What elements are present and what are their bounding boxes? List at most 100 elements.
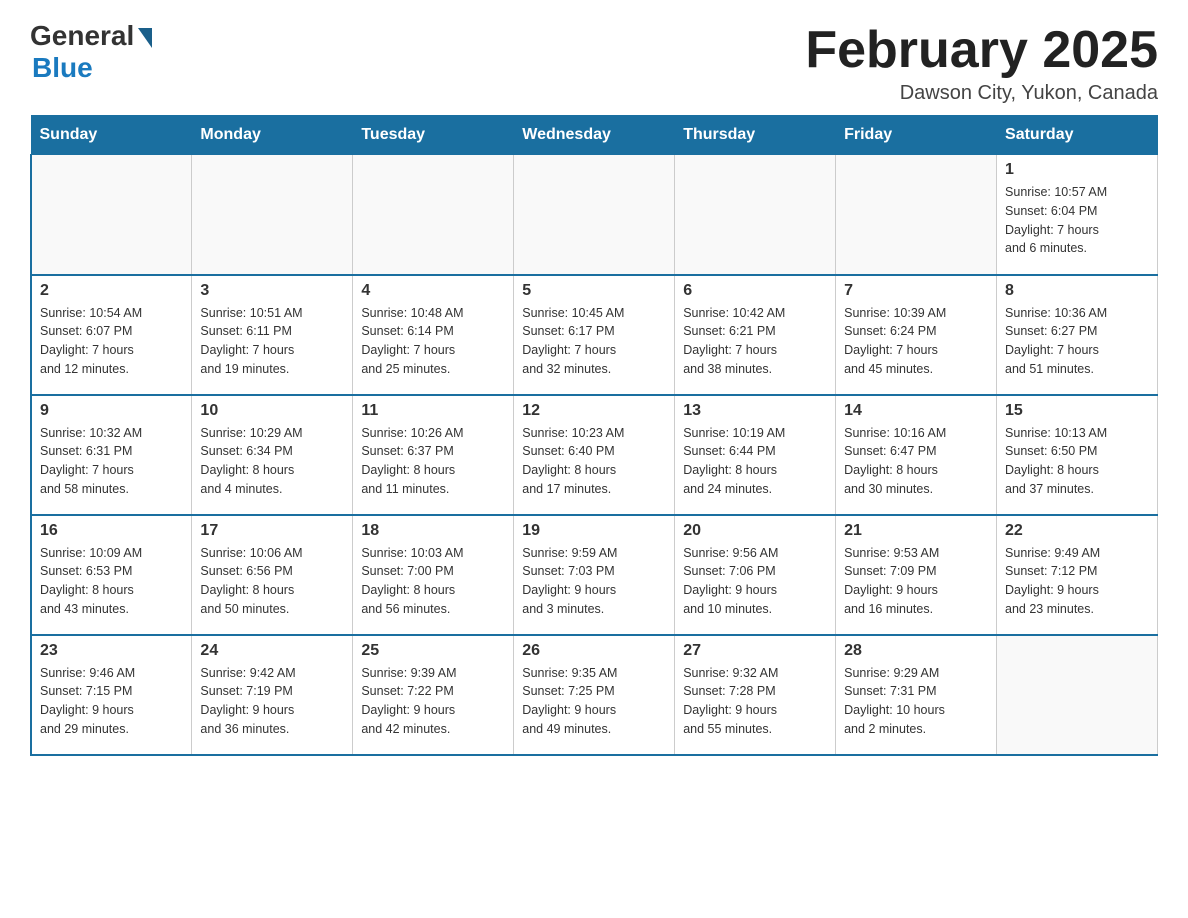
day-number: 6 bbox=[683, 282, 827, 300]
calendar-header-row: SundayMondayTuesdayWednesdayThursdayFrid… bbox=[31, 116, 1158, 155]
day-number: 14 bbox=[844, 402, 988, 420]
calendar-cell: 15 Sunrise: 10:13 AM Sunset: 6:50 PM Dayl… bbox=[997, 395, 1158, 515]
day-info: Sunrise: 9:42 AM Sunset: 7:19 PM Dayligh… bbox=[200, 664, 344, 739]
logo-general-text: General bbox=[30, 20, 134, 52]
calendar-cell: 8Sunrise: 10:36 AM Sunset: 6:27 PM Dayli… bbox=[997, 275, 1158, 395]
day-info: Sunrise: 10:57 AM Sunset: 6:04 PM Daylig… bbox=[1005, 183, 1149, 258]
calendar-cell bbox=[997, 635, 1158, 755]
day-number: 15 bbox=[1005, 402, 1149, 420]
day-info: Sunrise: 10:36 AM Sunset: 6:27 PM Daylig… bbox=[1005, 304, 1149, 379]
header-monday: Monday bbox=[192, 116, 353, 155]
day-info: Sunrise: 10:39 AM Sunset: 6:24 PM Daylig… bbox=[844, 304, 988, 379]
day-number: 16 bbox=[40, 522, 183, 540]
calendar-week-1: 1 Sunrise: 10:57 AM Sunset: 6:04 PM Dayli… bbox=[31, 155, 1158, 275]
header-wednesday: Wednesday bbox=[514, 116, 675, 155]
calendar-cell: 25 Sunrise: 9:39 AM Sunset: 7:22 PM Dayli… bbox=[353, 635, 514, 755]
calendar-cell: 1 Sunrise: 10:57 AM Sunset: 6:04 PM Dayli… bbox=[997, 155, 1158, 275]
day-number: 11 bbox=[361, 402, 505, 420]
day-info: Sunrise: 9:59 AM Sunset: 7:03 PM Dayligh… bbox=[522, 544, 666, 619]
day-info: Sunrise: 9:29 AM Sunset: 7:31 PM Dayligh… bbox=[844, 664, 988, 739]
day-info: Sunrise: 9:46 AM Sunset: 7:15 PM Dayligh… bbox=[40, 664, 183, 739]
calendar-cell: 7 Sunrise: 10:39 AM Sunset: 6:24 PM Dayli… bbox=[836, 275, 997, 395]
day-number: 17 bbox=[200, 522, 344, 540]
calendar-week-4: 16Sunrise: 10:09 AM Sunset: 6:53 PM Dayl… bbox=[31, 515, 1158, 635]
calendar-cell: 20 Sunrise: 9:56 AM Sunset: 7:06 PM Dayli… bbox=[675, 515, 836, 635]
day-number: 28 bbox=[844, 642, 988, 660]
day-number: 3 bbox=[200, 282, 344, 300]
day-info: Sunrise: 10:03 AM Sunset: 7:00 PM Daylig… bbox=[361, 544, 505, 619]
day-number: 20 bbox=[683, 522, 827, 540]
day-info: Sunrise: 10:32 AM Sunset: 6:31 PM Daylig… bbox=[40, 424, 183, 499]
calendar-cell: 19 Sunrise: 9:59 AM Sunset: 7:03 PM Dayli… bbox=[514, 515, 675, 635]
calendar-cell bbox=[514, 155, 675, 275]
day-number: 13 bbox=[683, 402, 827, 420]
day-info: Sunrise: 9:32 AM Sunset: 7:28 PM Dayligh… bbox=[683, 664, 827, 739]
calendar-cell: 27 Sunrise: 9:32 AM Sunset: 7:28 PM Dayli… bbox=[675, 635, 836, 755]
day-number: 9 bbox=[40, 402, 183, 420]
day-info: Sunrise: 10:13 AM Sunset: 6:50 PM Daylig… bbox=[1005, 424, 1149, 499]
calendar-week-2: 2 Sunrise: 10:54 AM Sunset: 6:07 PM Dayli… bbox=[31, 275, 1158, 395]
calendar-cell: 17Sunrise: 10:06 AM Sunset: 6:56 PM Dayl… bbox=[192, 515, 353, 635]
calendar-cell: 9 Sunrise: 10:32 AM Sunset: 6:31 PM Dayli… bbox=[31, 395, 192, 515]
calendar-cell: 14 Sunrise: 10:16 AM Sunset: 6:47 PM Dayl… bbox=[836, 395, 997, 515]
calendar-cell: 21 Sunrise: 9:53 AM Sunset: 7:09 PM Dayli… bbox=[836, 515, 997, 635]
day-info: Sunrise: 10:23 AM Sunset: 6:40 PM Daylig… bbox=[522, 424, 666, 499]
calendar-week-5: 23 Sunrise: 9:46 AM Sunset: 7:15 PM Dayli… bbox=[31, 635, 1158, 755]
calendar-cell bbox=[836, 155, 997, 275]
calendar-cell: 28 Sunrise: 9:29 AM Sunset: 7:31 PM Dayli… bbox=[836, 635, 997, 755]
day-number: 1 bbox=[1005, 161, 1149, 179]
calendar-cell: 2 Sunrise: 10:54 AM Sunset: 6:07 PM Dayli… bbox=[31, 275, 192, 395]
day-number: 2 bbox=[40, 282, 183, 300]
day-info: Sunrise: 9:49 AM Sunset: 7:12 PM Dayligh… bbox=[1005, 544, 1149, 619]
calendar-cell: 4 Sunrise: 10:48 AM Sunset: 6:14 PM Dayli… bbox=[353, 275, 514, 395]
day-number: 25 bbox=[361, 642, 505, 660]
calendar-cell: 11 Sunrise: 10:26 AM Sunset: 6:37 PM Dayl… bbox=[353, 395, 514, 515]
day-info: Sunrise: 9:56 AM Sunset: 7:06 PM Dayligh… bbox=[683, 544, 827, 619]
calendar-cell: 18 Sunrise: 10:03 AM Sunset: 7:00 PM Dayl… bbox=[353, 515, 514, 635]
logo-blue-text: Blue bbox=[32, 52, 93, 84]
calendar-cell: 5 Sunrise: 10:45 AM Sunset: 6:17 PM Dayli… bbox=[514, 275, 675, 395]
day-info: Sunrise: 10:19 AM Sunset: 6:44 PM Daylig… bbox=[683, 424, 827, 499]
calendar-cell: 16Sunrise: 10:09 AM Sunset: 6:53 PM Dayl… bbox=[31, 515, 192, 635]
header-sunday: Sunday bbox=[31, 116, 192, 155]
calendar-cell: 23 Sunrise: 9:46 AM Sunset: 7:15 PM Dayli… bbox=[31, 635, 192, 755]
location-subtitle: Dawson City, Yukon, Canada bbox=[805, 82, 1158, 105]
day-number: 23 bbox=[40, 642, 183, 660]
day-number: 4 bbox=[361, 282, 505, 300]
header-thursday: Thursday bbox=[675, 116, 836, 155]
calendar-cell bbox=[192, 155, 353, 275]
day-info: Sunrise: 10:54 AM Sunset: 6:07 PM Daylig… bbox=[40, 304, 183, 379]
page-header: General Blue February 2025 Dawson City, … bbox=[30, 20, 1158, 105]
day-number: 27 bbox=[683, 642, 827, 660]
day-info: Sunrise: 10:45 AM Sunset: 6:17 PM Daylig… bbox=[522, 304, 666, 379]
day-info: Sunrise: 10:51 AM Sunset: 6:11 PM Daylig… bbox=[200, 304, 344, 379]
day-number: 12 bbox=[522, 402, 666, 420]
calendar-cell: 22Sunrise: 9:49 AM Sunset: 7:12 PM Dayli… bbox=[997, 515, 1158, 635]
day-info: Sunrise: 9:35 AM Sunset: 7:25 PM Dayligh… bbox=[522, 664, 666, 739]
day-number: 5 bbox=[522, 282, 666, 300]
day-info: Sunrise: 10:48 AM Sunset: 6:14 PM Daylig… bbox=[361, 304, 505, 379]
day-info: Sunrise: 10:26 AM Sunset: 6:37 PM Daylig… bbox=[361, 424, 505, 499]
header-friday: Friday bbox=[836, 116, 997, 155]
day-number: 21 bbox=[844, 522, 988, 540]
calendar-cell: 26 Sunrise: 9:35 AM Sunset: 7:25 PM Dayli… bbox=[514, 635, 675, 755]
day-number: 7 bbox=[844, 282, 988, 300]
header-saturday: Saturday bbox=[997, 116, 1158, 155]
day-info: Sunrise: 10:29 AM Sunset: 6:34 PM Daylig… bbox=[200, 424, 344, 499]
day-number: 24 bbox=[200, 642, 344, 660]
day-info: Sunrise: 9:53 AM Sunset: 7:09 PM Dayligh… bbox=[844, 544, 988, 619]
logo-arrow-icon bbox=[138, 28, 152, 48]
calendar-cell bbox=[353, 155, 514, 275]
calendar-cell: 3 Sunrise: 10:51 AM Sunset: 6:11 PM Dayli… bbox=[192, 275, 353, 395]
day-number: 18 bbox=[361, 522, 505, 540]
calendar-cell: 10Sunrise: 10:29 AM Sunset: 6:34 PM Dayl… bbox=[192, 395, 353, 515]
day-info: Sunrise: 9:39 AM Sunset: 7:22 PM Dayligh… bbox=[361, 664, 505, 739]
day-number: 19 bbox=[522, 522, 666, 540]
day-info: Sunrise: 10:16 AM Sunset: 6:47 PM Daylig… bbox=[844, 424, 988, 499]
month-year-title: February 2025 bbox=[805, 20, 1158, 80]
calendar-table: SundayMondayTuesdayWednesdayThursdayFrid… bbox=[30, 115, 1158, 756]
day-number: 26 bbox=[522, 642, 666, 660]
calendar-cell: 13 Sunrise: 10:19 AM Sunset: 6:44 PM Dayl… bbox=[675, 395, 836, 515]
calendar-cell bbox=[31, 155, 192, 275]
calendar-cell: 24 Sunrise: 9:42 AM Sunset: 7:19 PM Dayli… bbox=[192, 635, 353, 755]
